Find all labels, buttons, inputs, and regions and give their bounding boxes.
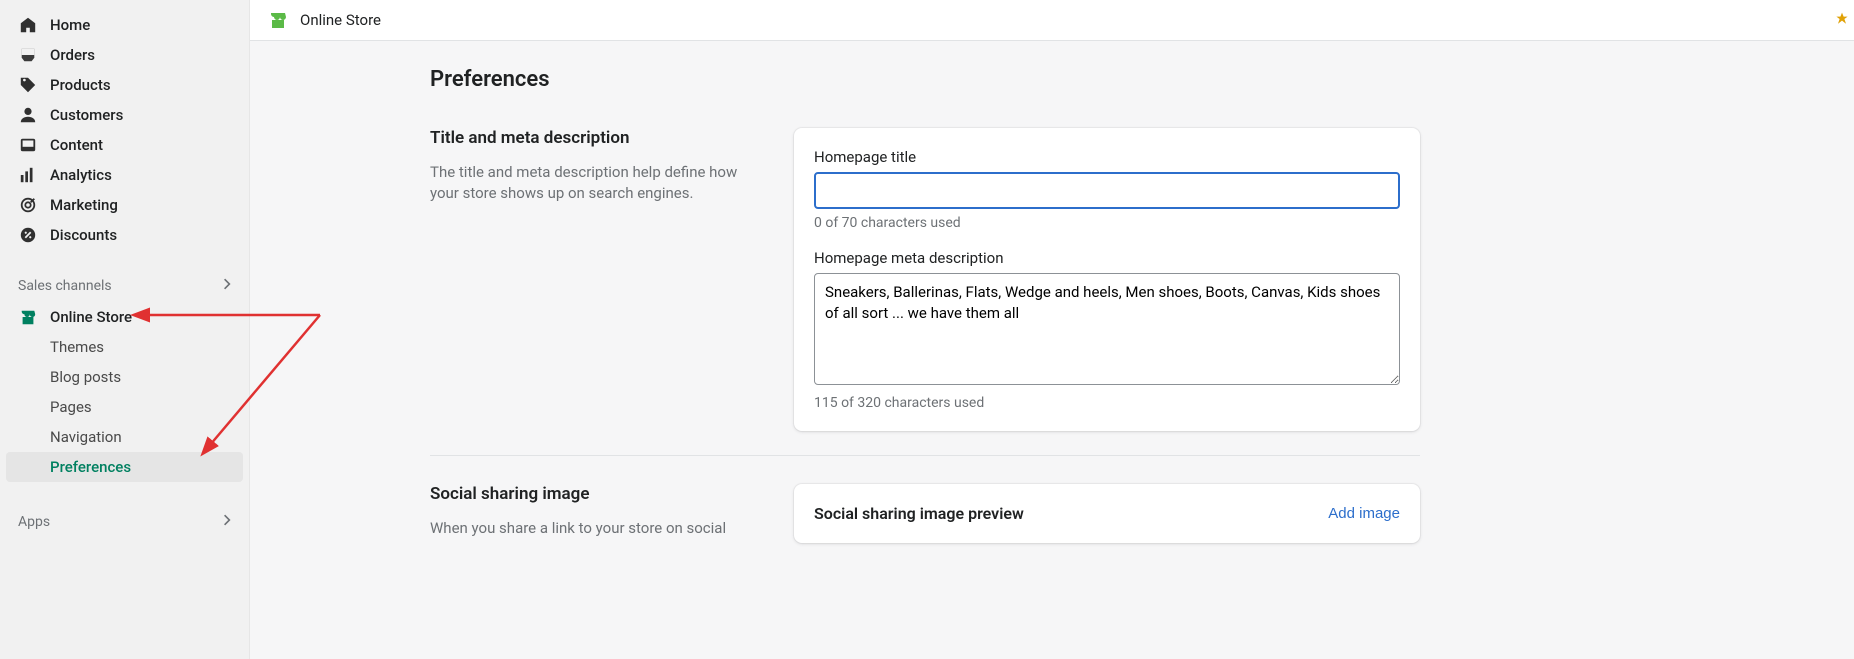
sub-pages[interactable]: Pages (0, 392, 249, 422)
image-icon (18, 135, 38, 155)
nav-content[interactable]: Content (0, 130, 249, 160)
nav-label: Customers (50, 106, 123, 124)
nav-customers[interactable]: Customers (0, 100, 249, 130)
section-heading: Title and meta description (430, 128, 750, 148)
nav-label: Content (50, 136, 103, 154)
homepage-title-count: 0 of 70 characters used (814, 215, 1400, 231)
discount-icon (18, 225, 38, 245)
sub-preferences[interactable]: Preferences (6, 452, 243, 482)
meta-desc-count: 115 of 320 characters used (814, 395, 1400, 411)
tag-icon (18, 75, 38, 95)
nav-marketing[interactable]: Marketing (0, 190, 249, 220)
sub-navigation[interactable]: Navigation (0, 422, 249, 452)
target-icon (18, 195, 38, 215)
section-label: Sales channels (18, 278, 112, 294)
page-title: Preferences (430, 67, 1420, 92)
section-description: When you share a link to your store on s… (430, 518, 750, 539)
divider (430, 455, 1420, 456)
nav-label: Home (50, 16, 90, 34)
nav-label: Discounts (50, 226, 117, 244)
section-label: Apps (18, 514, 50, 530)
store-icon (18, 307, 38, 327)
meta-desc-label: Homepage meta description (814, 249, 1400, 267)
nav-discounts[interactable]: Discounts (0, 220, 249, 250)
apps-header[interactable]: Apps (0, 506, 249, 538)
section-heading: Social sharing image (430, 484, 750, 504)
nav-orders[interactable]: Orders (0, 40, 249, 70)
homepage-title-label: Homepage title (814, 148, 1400, 166)
nav-analytics[interactable]: Analytics (0, 160, 249, 190)
social-preview-heading: Social sharing image preview (814, 504, 1024, 523)
sidebar: Home Orders Products Customers Content (0, 0, 250, 659)
topbar-title: Online Store (300, 11, 381, 29)
nav-label: Online Store (50, 308, 132, 326)
chevron-right-icon (219, 512, 235, 532)
section-title-meta: Title and meta description The title and… (430, 128, 1420, 431)
nav-products[interactable]: Products (0, 70, 249, 100)
nav-label: Orders (50, 46, 95, 64)
chevron-right-icon (219, 276, 235, 296)
nav-label: Products (50, 76, 111, 94)
homepage-title-input[interactable] (814, 172, 1400, 209)
section-desc: Social sharing image When you share a li… (430, 484, 770, 543)
meta-desc-group: Homepage meta description 115 of 320 cha… (814, 249, 1400, 411)
homepage-title-group: Homepage title 0 of 70 characters used (814, 148, 1400, 231)
pin-icon[interactable] (1834, 10, 1850, 32)
nav-home[interactable]: Home (0, 10, 249, 40)
section-social: Social sharing image When you share a li… (430, 484, 1420, 543)
social-card: Social sharing image preview Add image (794, 484, 1420, 543)
section-description: The title and meta description help defi… (430, 162, 750, 204)
section-desc: Title and meta description The title and… (430, 128, 770, 431)
nav-label: Marketing (50, 196, 118, 214)
home-icon (18, 15, 38, 35)
store-icon (268, 10, 288, 30)
sales-channels-header[interactable]: Sales channels (0, 270, 249, 302)
meta-desc-textarea[interactable] (814, 273, 1400, 385)
main: Online Store Preferences Title and meta … (250, 0, 1854, 659)
nav-label: Analytics (50, 166, 112, 184)
nav-online-store[interactable]: Online Store (0, 302, 249, 332)
sub-themes[interactable]: Themes (0, 332, 249, 362)
topbar: Online Store (250, 0, 1854, 41)
add-image-button[interactable]: Add image (1328, 505, 1400, 522)
inbox-icon (18, 45, 38, 65)
meta-card: Homepage title 0 of 70 characters used H… (794, 128, 1420, 431)
sub-blog-posts[interactable]: Blog posts (0, 362, 249, 392)
person-icon (18, 105, 38, 125)
bar-chart-icon (18, 165, 38, 185)
content: Preferences Title and meta description T… (250, 41, 1854, 567)
